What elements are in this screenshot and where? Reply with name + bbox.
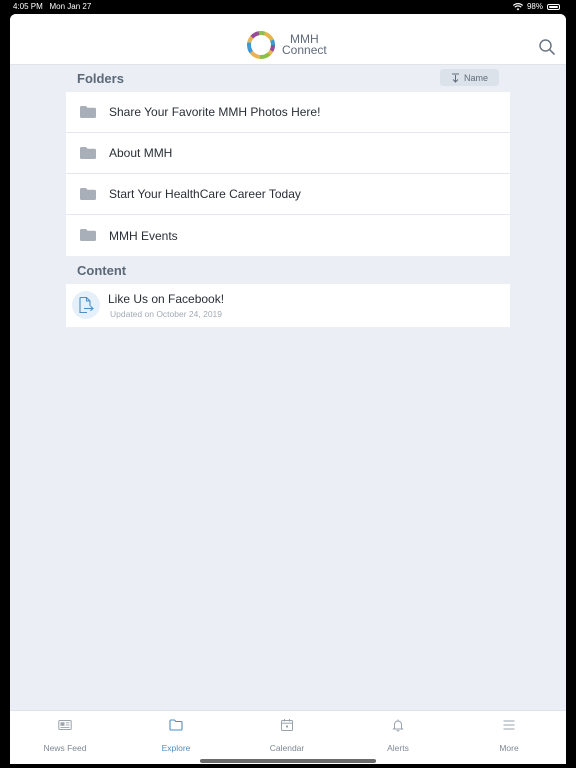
folder-item[interactable]: MMH Events: [66, 215, 510, 256]
content-item[interactable]: Like Us on Facebook! Updated on October …: [66, 284, 510, 327]
search-button[interactable]: [538, 38, 556, 56]
folder-icon: [80, 188, 96, 200]
tab-calendar[interactable]: Calendar: [232, 711, 342, 764]
folder-item[interactable]: Share Your Favorite MMH Photos Here!: [66, 92, 510, 133]
tab-label: Explore: [161, 743, 191, 753]
news-feed-icon: [58, 720, 72, 730]
logo-line2: Connect: [282, 43, 327, 57]
status-date: Mon Jan 27: [49, 2, 92, 11]
logo-text: MMH Connect: [282, 33, 327, 57]
tab-label: Alerts: [387, 743, 409, 753]
folder-icon: [80, 106, 96, 118]
content-list: Like Us on Facebook! Updated on October …: [66, 284, 510, 327]
menu-icon: [503, 720, 515, 730]
logo-icon: [247, 31, 275, 59]
tab-news-feed[interactable]: News Feed: [10, 711, 120, 764]
tab-alerts[interactable]: Alerts: [343, 711, 453, 764]
search-icon: [539, 39, 555, 55]
folder-label: About MMH: [109, 146, 173, 160]
home-indicator[interactable]: [200, 759, 376, 763]
tab-explore[interactable]: Explore: [121, 711, 231, 764]
content-section-title: Content: [77, 263, 127, 278]
content-updated-date: Updated on October 24, 2019: [110, 309, 222, 319]
status-time-date: 4:05 PM Mon Jan 27: [13, 0, 91, 13]
status-right: 98%: [512, 0, 560, 13]
folder-label: MMH Events: [109, 228, 178, 243]
folder-item[interactable]: Start Your HealthCare Career Today: [66, 174, 510, 215]
header: MMH Connect: [10, 14, 566, 65]
tab-label: Calendar: [269, 743, 305, 753]
status-time: 4:05 PM: [13, 2, 43, 11]
sort-button[interactable]: Name: [440, 69, 499, 86]
tab-more[interactable]: More: [454, 711, 564, 764]
status-bar: 4:05 PM Mon Jan 27 98%: [0, 0, 576, 13]
folders-list: Share Your Favorite MMH Photos Here! Abo…: [66, 92, 510, 256]
tab-label: More: [499, 743, 519, 753]
battery-icon: [547, 3, 560, 10]
link-document-icon: [72, 291, 100, 319]
tab-bar: News Feed Explore Calendar Alerts More: [10, 710, 566, 764]
wifi-icon: [512, 2, 523, 10]
battery-percent: 98%: [526, 2, 543, 11]
folder-item[interactable]: About MMH: [66, 133, 510, 174]
content-title: Like Us on Facebook!: [108, 292, 225, 306]
app-logo: MMH Connect: [246, 30, 327, 60]
folder-icon: [80, 147, 96, 159]
bell-icon: [392, 719, 404, 732]
folder-label: Share Your Favorite MMH Photos Here!: [109, 105, 321, 119]
folder-icon: [80, 229, 96, 241]
folders-section-title: Folders: [77, 71, 124, 86]
folder-label: Start Your HealthCare Career Today: [109, 187, 301, 201]
sort-arrow-icon: [451, 73, 459, 83]
calendar-icon: [281, 719, 293, 731]
folder-icon: [169, 719, 183, 731]
app-window: MMH Connect Folders Name Share Your Favo…: [10, 14, 566, 764]
tab-label: News Feed: [43, 743, 87, 753]
sort-label: Name: [463, 72, 488, 83]
